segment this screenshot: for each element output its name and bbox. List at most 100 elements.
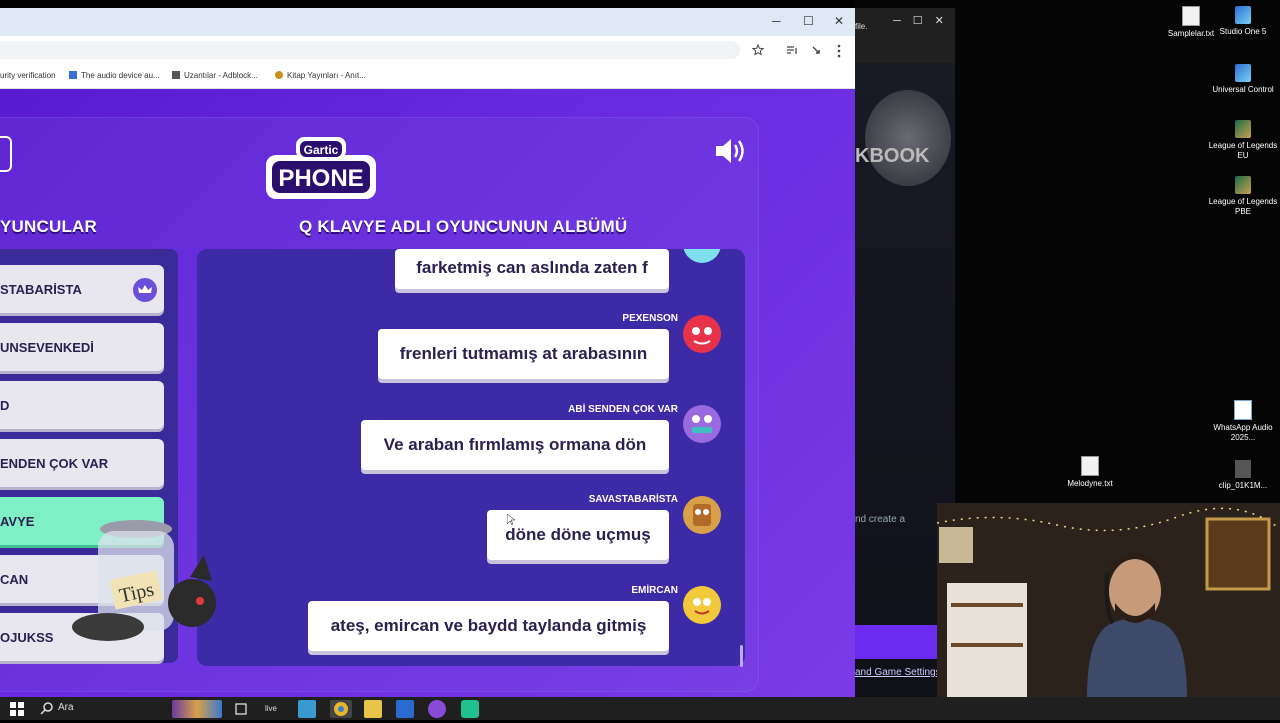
bookmark-security[interactable]: urity verification (0, 71, 56, 80)
game-settings-link[interactable]: and Game Settings (855, 667, 941, 678)
task-view-icon[interactable] (232, 700, 250, 718)
bookmarks-bar: urity verification The audio device au..… (0, 64, 855, 89)
league-of-legends-icon (1235, 176, 1251, 194)
players-header: YUNCULAR (0, 217, 97, 236)
message-bubble: Ve araban fırmlamış ormana dön (361, 420, 669, 470)
album-scrollbar[interactable] (740, 645, 743, 667)
search-icon[interactable] (38, 700, 56, 718)
desktop-icon-whatsapp-audio[interactable]: WhatsApp Audio 2025... (1208, 400, 1278, 443)
live-app-icon[interactable]: live (265, 700, 283, 718)
player-name: CAN (0, 572, 29, 587)
desktop-icon-studio-one[interactable]: Studio One 5 (1208, 6, 1278, 37)
desktop-icon-label: WhatsApp Audio 2025... (1213, 423, 1273, 442)
player-name: ENDEN ÇOK VAR (0, 456, 109, 471)
desktop-icon-label: League of Legends EU (1208, 141, 1278, 160)
extension-icon[interactable] (810, 45, 822, 57)
player-name: AVYE (0, 514, 35, 529)
player-avatar (683, 249, 721, 263)
close-icon[interactable]: ✕ (834, 14, 844, 28)
mouse-cursor-icon (507, 514, 515, 526)
crown-icon (133, 278, 157, 302)
desktop-icon-lol-pbe[interactable]: League of Legends PBE (1208, 176, 1278, 217)
create-text: nd create a (855, 514, 906, 525)
message-author: SAVASTABARİSTA (588, 494, 678, 505)
audio-file-icon (1234, 400, 1252, 420)
maximize-icon[interactable]: ☐ (803, 14, 814, 28)
desktop-icon-melodyne[interactable]: Melodyne.txt (1055, 456, 1125, 489)
bookmark-kitap[interactable]: Kitap Yayınları - Anıt... (275, 71, 366, 80)
circle-logo-icon (275, 71, 283, 79)
logo-top-text: Gartic (304, 143, 339, 157)
studio-one-icon (1235, 6, 1251, 24)
player-item[interactable]: STABARİSTA (0, 265, 164, 313)
desktop-icon-label: Studio One 5 (1219, 27, 1267, 36)
desktop-icon-label: Melodyne.txt (1067, 479, 1113, 488)
desktop-icon-universal-control[interactable]: Universal Control (1208, 64, 1278, 95)
gartic-phone-logo: Gartic PHONE (266, 137, 376, 199)
album-header: Q KLAVYE ADLI OYUNCUNUN ALBÜMÜ (299, 217, 628, 236)
search-highlight-image (172, 700, 222, 718)
player-item[interactable]: ENDEN ÇOK VAR (0, 439, 164, 487)
webcam-overlay (937, 503, 1280, 697)
player-item[interactable]: D (0, 381, 164, 429)
kebab-menu-icon[interactable] (836, 44, 842, 58)
bookmark-extensions[interactable]: Uzantılar - Adblock... (172, 71, 258, 80)
file-explorer-icon[interactable] (364, 700, 382, 718)
message-author: ABİ SENDEN ÇOK VAR (568, 404, 678, 415)
store-icon[interactable] (298, 700, 316, 718)
minimize-icon[interactable]: ─ (893, 15, 913, 27)
desktop-icon-clip[interactable]: clip_01K1M... (1208, 460, 1278, 491)
video-file-icon (1235, 460, 1251, 478)
universal-control-icon (1235, 64, 1251, 82)
browser-window: ─ ☐ ✕ urity verification The audio devic… (0, 8, 855, 697)
player-name: OJUKSS (0, 630, 54, 645)
message-bubble: ateş, emircan ve baydd taylanda gitmiş (308, 601, 669, 651)
player-name: UNSEVENKEDİ (0, 340, 94, 355)
bookmark-audio-device[interactable]: The audio device au... (69, 71, 160, 80)
background-window-controls[interactable]: ─☐✕ (893, 14, 956, 27)
back-button[interactable] (0, 136, 12, 172)
desktop-icon-lol-eu[interactable]: League of Legends EU (1208, 120, 1278, 161)
banner-text: KBOOK (855, 145, 930, 167)
url-field[interactable] (0, 41, 740, 59)
message-bubble: farketmiş can aslında zaten f (395, 249, 669, 289)
chrome-icon[interactable] (330, 700, 352, 718)
game-launcher-icon[interactable] (461, 700, 479, 718)
message-author: EMİRCAN (631, 585, 678, 596)
player-name: D (0, 398, 10, 413)
obs-icon[interactable] (428, 700, 446, 718)
close-icon[interactable]: ✕ (935, 15, 956, 27)
player-avatar (683, 586, 721, 624)
taskbar-search-input[interactable]: Ara (58, 702, 74, 713)
browser-titlebar: ─ ☐ ✕ (0, 8, 855, 36)
star-icon[interactable] (752, 44, 764, 56)
address-bar (0, 36, 855, 64)
album-panel: farketmiş can aslında zaten f PEXENSON f… (197, 249, 745, 666)
studio-one-taskbar-icon[interactable] (396, 700, 414, 718)
taskbar: Ara live (0, 697, 1280, 720)
maximize-icon[interactable]: ☐ (913, 15, 935, 27)
background-window-title: file. (855, 22, 868, 31)
desktop-icon-label: clip_01K1M... (1218, 481, 1268, 490)
text-file-icon (1081, 456, 1099, 476)
media-control-icon[interactable] (786, 45, 798, 55)
desktop-icon-label: League of Legends PBE (1208, 197, 1278, 216)
player-item[interactable]: UNSEVENKEDİ (0, 323, 164, 371)
player-name: STABARİSTA (0, 282, 82, 297)
league-of-legends-icon (1235, 120, 1251, 138)
desktop-icon-label: Universal Control (1212, 85, 1274, 94)
player-avatar (683, 405, 721, 443)
puzzle-icon (172, 71, 180, 79)
profile-avatar (865, 90, 951, 186)
minimize-icon[interactable]: ─ (772, 14, 781, 28)
windows-start-icon[interactable] (8, 700, 26, 718)
message-bubble: frenleri tutmamış at arabasının (378, 329, 669, 379)
tips-jar-overlay: Tips (72, 520, 216, 641)
logo-bottom-text: PHONE (278, 165, 363, 192)
player-avatar (683, 315, 721, 353)
text-file-icon (1182, 6, 1200, 26)
speaker-icon[interactable] (714, 137, 748, 165)
player-avatar (683, 496, 721, 534)
message-author: PEXENSON (622, 313, 678, 324)
gartic-phone-game: Gartic PHONE YUNCULAR Q KLAVYE ADLI OYUN… (0, 89, 855, 697)
